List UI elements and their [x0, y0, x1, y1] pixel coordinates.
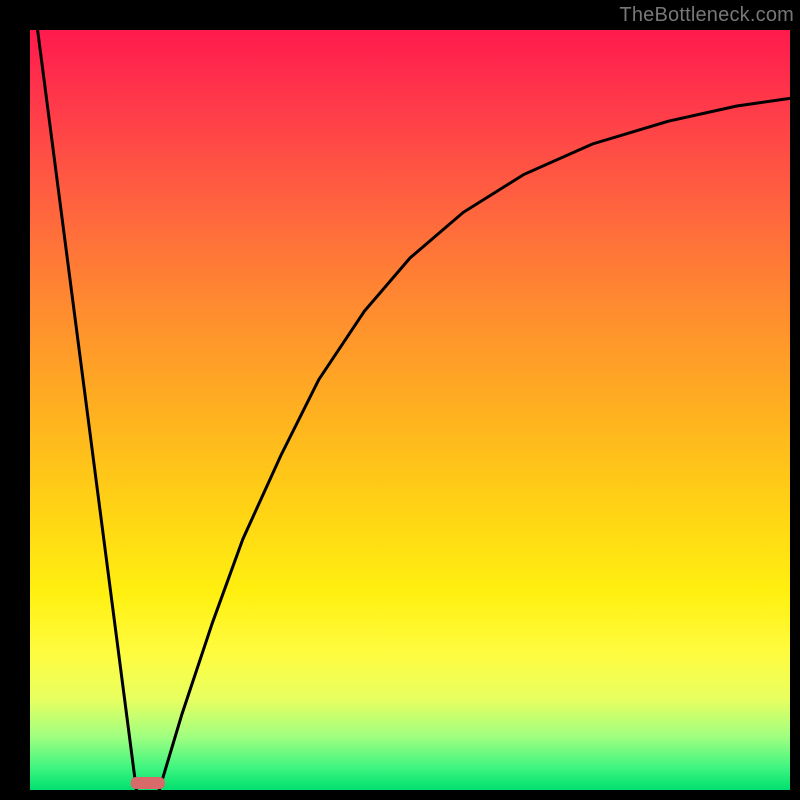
series-right-curve [159, 98, 790, 790]
series-left-descent [38, 30, 137, 790]
bottleneck-marker [131, 777, 165, 789]
chart-overlay [30, 30, 790, 790]
series-lines [38, 30, 790, 790]
chart-frame: TheBottleneck.com [0, 0, 800, 800]
attribution-label: TheBottleneck.com [619, 4, 794, 27]
plot-area [30, 30, 790, 790]
